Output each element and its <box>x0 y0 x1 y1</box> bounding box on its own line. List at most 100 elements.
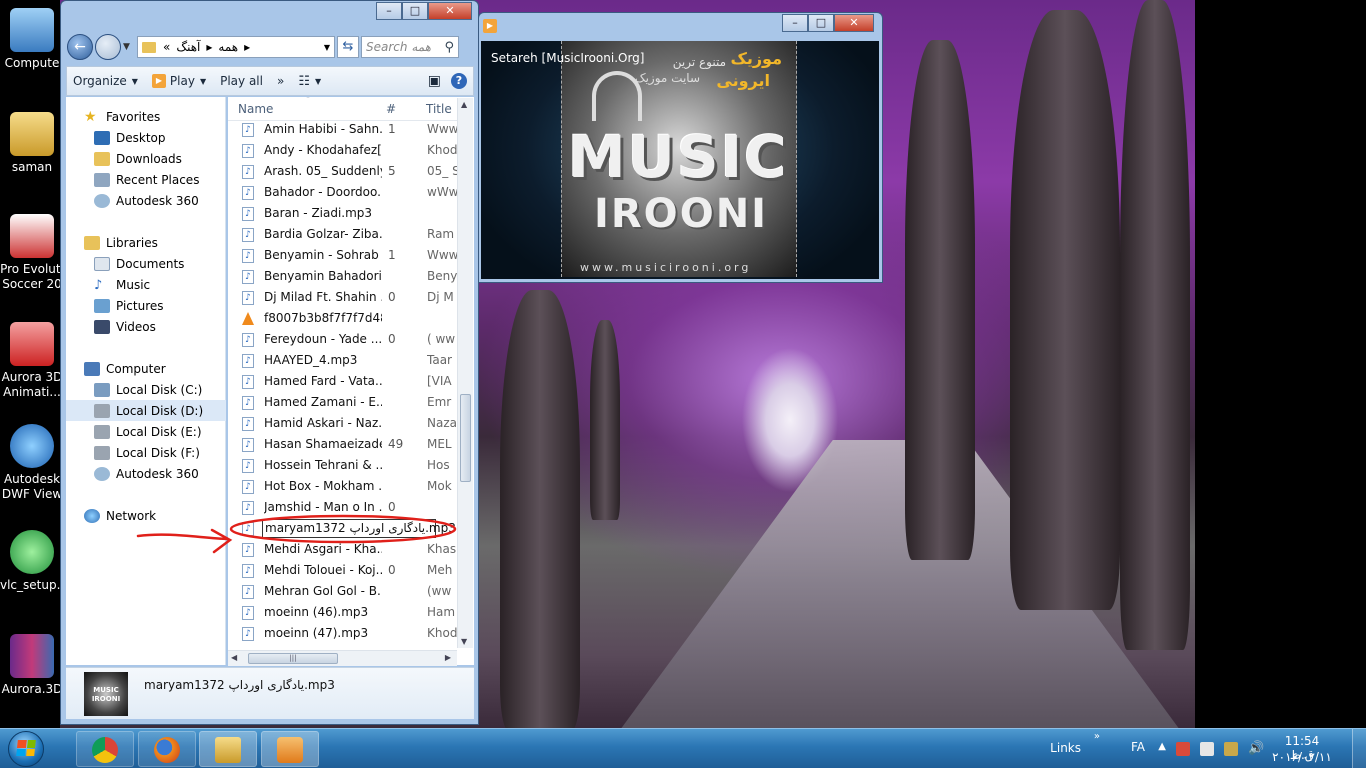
search-input[interactable]: Search همه ⚲ <box>361 36 459 58</box>
volume-icon[interactable]: 🔊 <box>1248 742 1264 756</box>
play-all-button[interactable]: Play all <box>220 74 263 88</box>
file-row[interactable]: ♪ Arash. 05_ Suddenly... 5 05_ S <box>228 161 460 182</box>
nav-libraries[interactable]: Libraries <box>84 232 244 253</box>
language-indicator[interactable]: FA <box>1131 740 1145 754</box>
desktop-icon-computer[interactable]: Compute <box>0 8 64 71</box>
file-row[interactable]: ♪ Hossein Tehrani & ... Hos <box>228 455 460 476</box>
play-button[interactable]: ▶ Play ▼ <box>151 74 206 88</box>
taskbar-explorer[interactable] <box>199 731 257 767</box>
more-commands-button[interactable]: » <box>277 74 284 88</box>
view-options-button[interactable]: ☷ ▼ <box>298 74 321 89</box>
breadcrumb-hame[interactable]: همه <box>218 40 238 54</box>
file-row[interactable]: ♪ Amin Habibi - Sahn... 1 Www <box>228 119 460 140</box>
maximize-button[interactable]: □ <box>402 2 428 20</box>
scroll-thumb[interactable]: ||| <box>248 653 338 664</box>
start-button[interactable] <box>4 729 48 768</box>
network-tray-icon[interactable] <box>1224 742 1238 756</box>
minimize-button[interactable]: – <box>782 14 808 32</box>
preview-pane-icon[interactable]: ▣ <box>428 73 441 89</box>
scroll-left-arrow[interactable]: ◀ <box>231 653 237 662</box>
file-row[interactable]: ♪ Andy - Khodahafez[... Khod <box>228 140 460 161</box>
file-name: Mehdi Tolouei - Koj... <box>264 563 382 577</box>
desktop-icon-autodesk[interactable]: Autodesk DWF View <box>0 424 64 502</box>
nav-label: Downloads <box>116 151 182 166</box>
file-row[interactable]: ♪ Baran - Ziadi.mp3 <box>228 203 460 224</box>
breadcrumb-overflow[interactable]: « <box>163 40 170 54</box>
file-row[interactable]: ♪ Benyamin - Sohrab ... 1 Www <box>228 245 460 266</box>
back-button[interactable]: ← <box>67 34 93 60</box>
desktop-icon-label: vlc_setup.e <box>0 578 68 592</box>
nav-disk-e[interactable]: Local Disk (E:) <box>94 421 226 442</box>
scroll-right-arrow[interactable]: ▶ <box>445 653 451 662</box>
links-chevron[interactable]: » <box>1094 731 1100 742</box>
file-row[interactable]: ♪ Fereydoun - Yade ... 0 ( ww <box>228 329 460 350</box>
file-row[interactable]: ♪ Benyamin Bahadori... Beny <box>228 266 460 287</box>
nav-favorites[interactable]: ★ Favorites <box>84 106 244 127</box>
horizontal-scrollbar[interactable]: ◀ ||| ▶ <box>228 650 457 666</box>
nav-disk-f[interactable]: Local Disk (F:) <box>94 442 226 463</box>
file-row[interactable]: ♪ Dj Milad Ft. Shahin ... 0 Dj M <box>228 287 460 308</box>
desktop-icon-vlc-setup[interactable]: vlc_setup.e <box>0 530 68 593</box>
nav-disk-d[interactable]: Local Disk (D:) <box>66 400 226 421</box>
file-row[interactable]: ♪ Bardia Golzar- Ziba... Ram <box>228 224 460 245</box>
file-row[interactable]: ♪ Jamshid - Man o In ... 0 <box>228 497 460 518</box>
column-name[interactable]: Name <box>238 102 273 116</box>
taskbar-media-player[interactable] <box>261 731 319 767</box>
desktop-icon-aurora[interactable]: Aurora 3D Animati... <box>0 322 64 400</box>
taskbar-chrome[interactable] <box>76 731 134 767</box>
clock-date[interactable]: ۲۰۱۶/۰۲/۱۱ <box>1272 750 1332 764</box>
explorer-titlebar[interactable]: – □ ✕ <box>61 1 478 27</box>
forward-button[interactable] <box>95 34 121 60</box>
file-row[interactable]: ♪ Hamed Zamani - E... Emr <box>228 392 460 413</box>
desktop-icon-saman[interactable]: saman <box>0 112 64 175</box>
file-row[interactable]: ♪ moeinn (47).mp3 Khod <box>228 623 460 644</box>
minimize-button[interactable]: – <box>376 2 402 20</box>
vertical-scrollbar[interactable]: ▲ ▼ <box>457 98 473 648</box>
organize-button[interactable]: Organize ▼ <box>73 74 138 88</box>
column-number[interactable]: # <box>386 102 396 116</box>
breadcrumb-ahang[interactable]: آهنگ <box>176 40 200 54</box>
file-row[interactable]: ♪ Mehdi Tolouei - Koj... 0 Meh <box>228 560 460 581</box>
file-row[interactable]: ♪ Bahador - Doordoo... wWw <box>228 182 460 203</box>
nav-autodesk360-computer[interactable]: Autodesk 360 <box>94 463 226 484</box>
file-row[interactable]: ♪ Mehran Gol Gol - B... (ww <box>228 581 460 602</box>
address-bar[interactable]: « آهنگ ▸ همه ▸ ▼ <box>137 36 335 58</box>
nav-disk-c[interactable]: Local Disk (C:) <box>94 379 226 400</box>
address-dropdown[interactable]: ▼ <box>324 43 330 52</box>
nav-computer[interactable]: Computer <box>84 358 244 379</box>
file-row[interactable]: ♪ Hasan Shamaeizade... 49 MEL <box>228 434 460 455</box>
file-row[interactable]: ♪ Hot Box - Mokham ... Mok <box>228 476 460 497</box>
desktop-icon-pes[interactable]: Pro Evoluti Soccer 20 <box>0 214 64 292</box>
now-playing-area[interactable]: موزیک متنوع ترین ایرونی سایت موزیک MUSIC… <box>481 41 879 279</box>
file-row[interactable]: ♪ Hamid Askari - Naz... Naza <box>228 413 460 434</box>
desktop-icon-aurora-rar[interactable]: Aurora.3D <box>0 634 64 697</box>
taskbar-firefox[interactable] <box>138 731 196 767</box>
show-desktop-button[interactable] <box>1352 729 1366 768</box>
column-title[interactable]: Title <box>426 102 452 116</box>
scroll-thumb[interactable] <box>460 394 471 482</box>
help-icon[interactable]: ? <box>451 73 467 89</box>
show-hidden-icons-button[interactable]: ▲ <box>1158 741 1166 752</box>
action-center-icon[interactable] <box>1176 742 1190 756</box>
device-icon[interactable] <box>1200 742 1214 756</box>
recent-pages-dropdown[interactable]: ▼ <box>123 42 133 52</box>
close-button[interactable]: ✕ <box>428 2 472 20</box>
file-title: Khod <box>427 626 457 640</box>
sort-up-icon: ˄ <box>306 97 310 104</box>
file-row[interactable]: ♪ Hamed Fard - Vata... [VIA <box>228 371 460 392</box>
file-name: Fereydoun - Yade ... <box>264 332 382 346</box>
nav-network[interactable]: Network <box>84 505 244 526</box>
computer-icon <box>10 8 54 52</box>
file-row[interactable]: ♪ HAAYED_4.mp3 Taar <box>228 350 460 371</box>
file-row[interactable]: ♪ Mehdi Asgari - Kha... Khas <box>228 539 460 560</box>
file-row[interactable]: ♪ moeinn (46).mp3 Ham <box>228 602 460 623</box>
scroll-up-arrow[interactable]: ▲ <box>461 100 467 109</box>
links-toolbar[interactable]: Links <box>1050 741 1081 755</box>
maximize-button[interactable]: □ <box>808 14 834 32</box>
scroll-down-arrow[interactable]: ▼ <box>461 637 467 646</box>
file-row-renaming[interactable]: ♪ maryam1372 یادگاری اورداپ.mp3 <box>228 518 460 539</box>
file-row[interactable]: f8007b3b8f7f7f7d48... <box>228 308 460 329</box>
rename-input[interactable]: maryam1372 یادگاری اورداپ.mp3 <box>262 519 456 538</box>
close-button[interactable]: ✕ <box>834 14 874 32</box>
refresh-button[interactable]: ⇆ <box>337 36 359 58</box>
